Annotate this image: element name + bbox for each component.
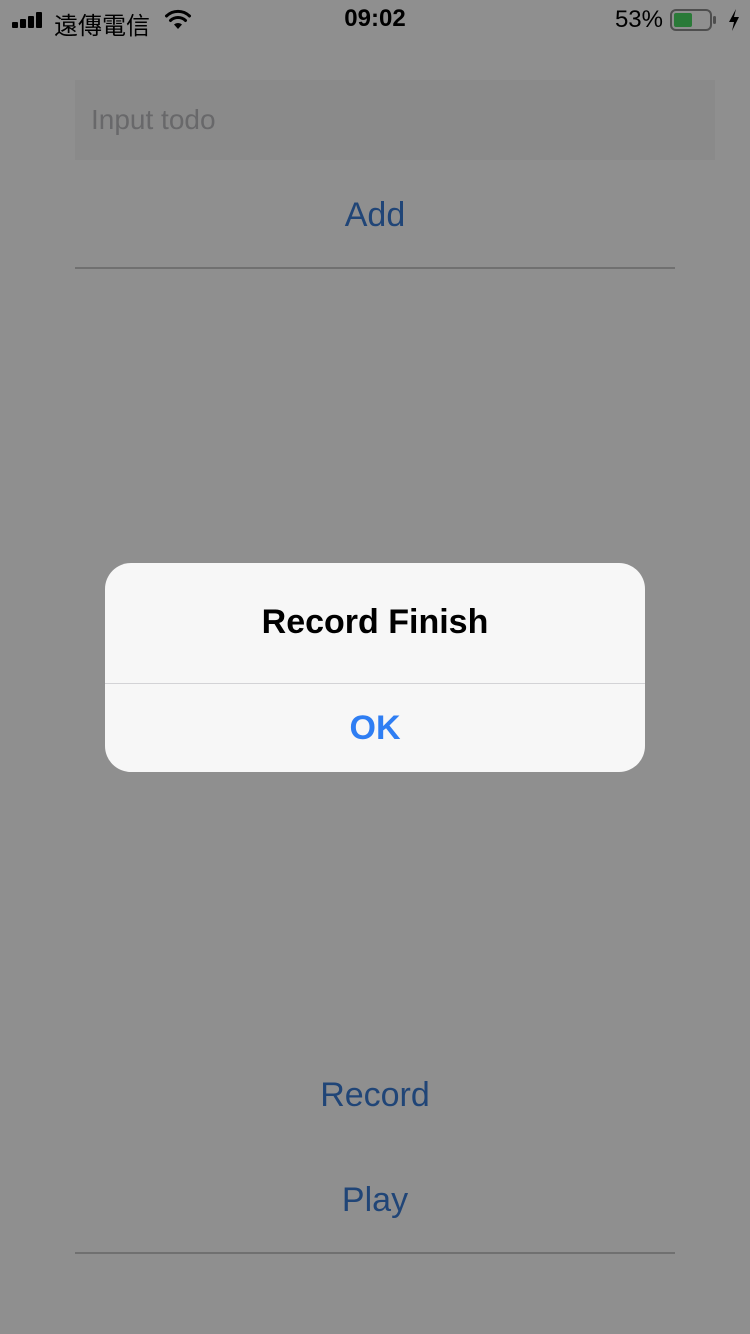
- record-finish-alert: Record Finish OK: [105, 563, 645, 772]
- alert-title: Record Finish: [261, 603, 489, 641]
- alert-ok-button[interactable]: OK: [105, 684, 645, 772]
